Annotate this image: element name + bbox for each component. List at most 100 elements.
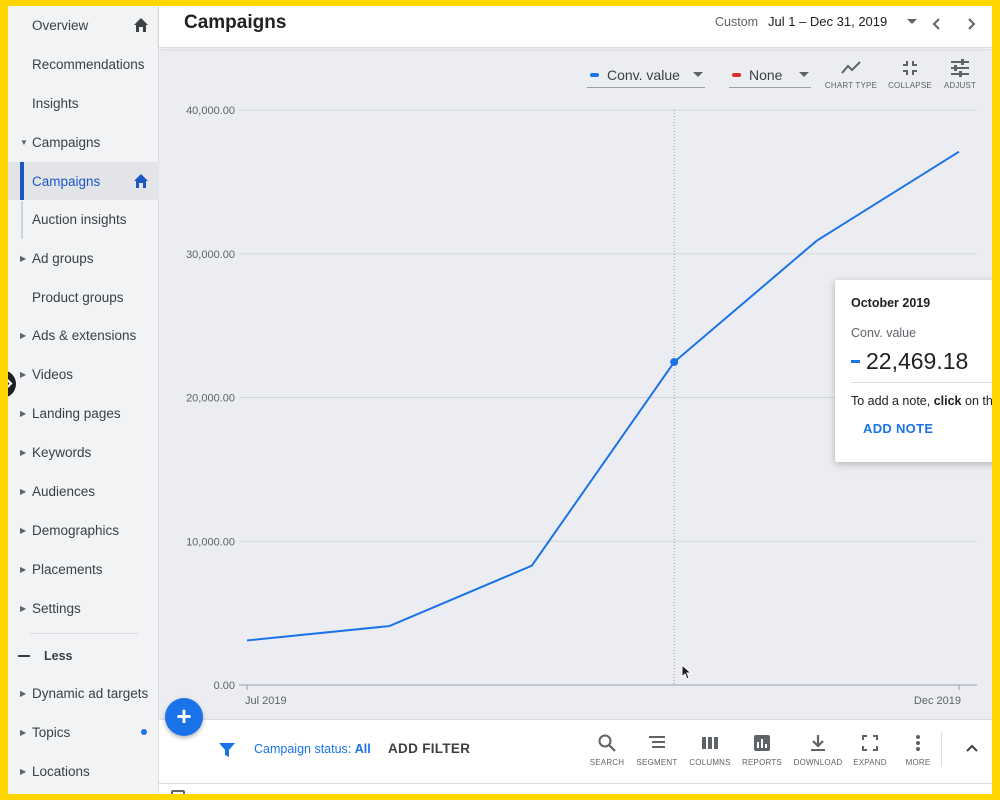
status-label: Campaign status: xyxy=(254,742,355,756)
search-icon xyxy=(598,734,616,752)
home-icon xyxy=(134,174,148,188)
sidebar-item-label: Dynamic ad targets xyxy=(32,685,149,701)
search-button[interactable]: SEARCH xyxy=(582,733,632,767)
sidebar-item-videos[interactable]: ▶ Videos xyxy=(8,355,159,393)
download-label: DOWNLOAD xyxy=(793,758,843,767)
sidebar-item-label: Insights xyxy=(32,95,79,111)
sidebar-item-demographics[interactable]: ▶ Demographics xyxy=(8,511,159,549)
more-label: MORE xyxy=(905,758,931,767)
sidebar-item-label: Campaigns xyxy=(32,134,101,150)
caret-right-icon: ▶ xyxy=(20,447,27,457)
sidebar-item-overview[interactable]: Overview xyxy=(8,6,159,44)
y-tick-label: 20,000.00 xyxy=(186,393,235,405)
sidebar-item-label: Keywords xyxy=(32,444,92,460)
sidebar-item-label: Product groups xyxy=(32,289,124,305)
previous-period-icon[interactable] xyxy=(929,16,945,32)
sidebar-item-landing-pages[interactable]: ▶ Landing pages xyxy=(8,394,159,432)
sidebar-item-label: Audiences xyxy=(32,483,96,499)
sidebar-item-audiences[interactable]: ▶ Audiences xyxy=(8,472,159,510)
select-all-checkbox[interactable] xyxy=(171,790,185,794)
chart-panel[interactable]: Conv. value None CHART TYPE COLLAPSE ADJ… xyxy=(159,49,992,719)
sidebar-item-product-groups[interactable]: Product groups xyxy=(8,278,159,316)
sidebar-item-label: Campaigns xyxy=(32,173,101,189)
notification-dot xyxy=(141,729,147,735)
columns-button[interactable]: COLUMNS xyxy=(685,733,735,767)
segment-label: SEGMENT xyxy=(636,758,678,767)
sidebar-item-auction-insights[interactable]: Auction insights xyxy=(8,200,159,238)
note-prefix: To add a note, xyxy=(851,394,934,408)
columns-label: COLUMNS xyxy=(689,758,731,767)
sidebar-item-campaigns-active[interactable]: Campaigns xyxy=(8,162,159,200)
mouse-cursor-icon xyxy=(681,664,693,680)
tooltip-divider xyxy=(851,382,992,383)
status-value: All xyxy=(354,742,371,756)
sidebar-item-placements[interactable]: ▶ Placements xyxy=(8,550,159,588)
expand-button[interactable]: EXPAND xyxy=(845,733,895,767)
reports-icon xyxy=(754,735,770,751)
sidebar-item-locations[interactable]: ▶ Locations xyxy=(8,752,159,790)
sidebar-item-keywords[interactable]: ▶ Keywords xyxy=(8,433,159,471)
caret-right-icon: ▶ xyxy=(20,408,27,418)
highlight-point xyxy=(670,358,679,367)
sidebar-item-label: Locations xyxy=(32,763,90,779)
sidebar-item-label: Topics xyxy=(32,724,71,740)
sidebar-item-insights[interactable]: Insights xyxy=(8,84,159,122)
sidebar-item-settings[interactable]: ▶ Settings xyxy=(8,589,159,627)
create-fab-button[interactable]: + xyxy=(165,698,203,736)
download-button[interactable]: DOWNLOAD xyxy=(793,733,843,767)
caret-right-icon: ▶ xyxy=(20,727,27,737)
x-tick-label: Dec 2019 xyxy=(914,695,961,707)
page-header: Campaigns Custom Jul 1 – Dec 31, 2019 xyxy=(159,6,992,48)
tooltip-metric: Conv. value xyxy=(851,326,917,340)
sidebar-item-label: Ads & extensions xyxy=(32,327,137,343)
tooltip-value: 22,469.18 xyxy=(866,348,969,374)
sidebar-item-label: Recommendations xyxy=(32,56,145,72)
reports-button[interactable]: REPORTS xyxy=(737,733,787,767)
columns-icon xyxy=(702,737,718,749)
page-title: Campaigns xyxy=(184,12,287,33)
search-label: SEARCH xyxy=(589,758,625,767)
caret-right-icon: ▶ xyxy=(20,330,27,340)
series-swatch xyxy=(851,360,860,363)
sidebar-item-label: Videos xyxy=(32,366,74,382)
campaign-status-filter[interactable]: Campaign status: All xyxy=(254,742,371,756)
caret-right-icon: ▶ xyxy=(20,688,27,698)
sidebar-item-ad-groups[interactable]: ▶ Ad groups xyxy=(8,239,159,277)
download-icon xyxy=(811,735,825,751)
tooltip-value-row: 22,469.18 xyxy=(851,348,968,375)
sub-indicator-line xyxy=(21,201,23,239)
y-tick-label: 10,000.00 xyxy=(186,536,235,548)
date-dropdown-icon[interactable] xyxy=(907,19,917,24)
more-button[interactable]: MORE xyxy=(893,733,943,767)
caret-right-icon: ▶ xyxy=(20,486,27,496)
reports-label: REPORTS xyxy=(742,758,782,767)
filter-icon[interactable] xyxy=(218,741,236,759)
date-range-selector[interactable]: Jul 1 – Dec 31, 2019 xyxy=(768,14,887,29)
caret-right-icon: ▶ xyxy=(20,564,27,574)
sidebar-item-topics[interactable]: ▶ Topics xyxy=(8,713,159,751)
home-icon xyxy=(134,18,148,32)
add-note-button[interactable]: ADD NOTE xyxy=(863,421,933,436)
y-tick-label: 30,000.00 xyxy=(186,249,235,261)
sidebar-item-label: Ad groups xyxy=(32,250,94,266)
y-tick-label: 0.00 xyxy=(214,680,235,692)
tooltip-title: October 2019 xyxy=(851,296,931,310)
sidebar-item-label: Auction insights xyxy=(32,211,127,227)
sidebar-item-label: Placements xyxy=(32,561,103,577)
add-filter-button[interactable]: ADD FILTER xyxy=(388,741,470,756)
chevron-up-icon[interactable] xyxy=(964,740,980,756)
y-tick-label: 40,000.00 xyxy=(186,105,235,117)
minus-icon xyxy=(18,655,30,657)
less-toggle[interactable]: Less xyxy=(18,649,73,663)
expand-label: EXPAND xyxy=(853,758,887,767)
caret-right-icon: ▶ xyxy=(20,253,27,263)
table-header-line xyxy=(159,783,992,784)
sidebar-item-campaigns[interactable]: ▼ Campaigns xyxy=(8,123,159,161)
sidebar-item-ads-extensions[interactable]: ▶ Ads & extensions xyxy=(8,316,159,354)
sidebar-item-recommendations[interactable]: Recommendations xyxy=(8,45,159,83)
sidebar-item-dynamic-ad-targets[interactable]: ▶ Dynamic ad targets xyxy=(8,674,159,712)
segment-button[interactable]: SEGMENT xyxy=(632,733,682,767)
less-label: Less xyxy=(44,649,73,663)
sidebar-item-label: Settings xyxy=(32,600,81,616)
next-period-icon[interactable] xyxy=(963,16,979,32)
